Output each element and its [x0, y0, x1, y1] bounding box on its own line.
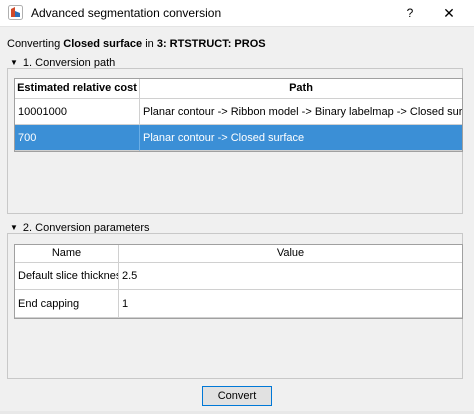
parameter-row[interactable]: End capping 1 — [15, 290, 462, 318]
conversion-path-table[interactable]: Estimated relative cost Path 10001000 Pl… — [14, 78, 463, 152]
window-title: Advanced segmentation conversion — [31, 6, 222, 20]
help-button[interactable]: ? — [398, 3, 422, 23]
conversion-parameters-header: Name Value — [15, 245, 462, 263]
parameter-value-cell[interactable]: 2.5 — [119, 263, 462, 290]
target-representation: Closed surface — [63, 38, 143, 50]
conversion-path-row[interactable]: 10001000 Planar contour -> Ribbon model … — [15, 99, 462, 125]
parameter-row[interactable]: Default slice thickness 2.5 — [15, 263, 462, 290]
converting-summary: Converting Closed surface in 3: RTSTRUCT… — [7, 38, 266, 50]
conversion-path-header: Estimated relative cost Path — [15, 79, 462, 99]
cost-cell: 10001000 — [15, 99, 140, 125]
conversion-parameters-table[interactable]: Name Value Default slice thickness 2.5 E… — [14, 244, 463, 319]
title-bar: Advanced segmentation conversion ? ✕ — [0, 0, 474, 27]
slicer-app-icon — [8, 5, 23, 20]
column-header-value[interactable]: Value — [119, 245, 462, 262]
collapse-triangle-icon: ▼ — [10, 223, 18, 232]
collapse-triangle-icon: ▼ — [10, 58, 18, 67]
parameter-name-cell: End capping — [15, 290, 119, 318]
parameter-name-cell: Default slice thickness — [15, 263, 119, 290]
column-header-path[interactable]: Path — [140, 79, 462, 98]
column-header-cost[interactable]: Estimated relative cost — [15, 79, 140, 98]
conversion-path-row-selected[interactable]: 700 Planar contour -> Closed surface — [15, 125, 462, 151]
path-cell: Planar contour -> Ribbon model -> Binary… — [140, 99, 462, 125]
cost-cell: 700 — [15, 125, 140, 151]
converting-in: in — [145, 38, 154, 50]
close-button[interactable]: ✕ — [436, 3, 462, 23]
convert-button[interactable]: Convert — [202, 386, 272, 406]
path-cell: Planar contour -> Closed surface — [140, 125, 462, 151]
column-header-name[interactable]: Name — [15, 245, 119, 262]
segmentation-name: 3: RTSTRUCT: PROS — [156, 38, 266, 50]
parameter-value-cell[interactable]: 1 — [119, 290, 462, 318]
converting-prefix: Converting — [7, 38, 61, 50]
